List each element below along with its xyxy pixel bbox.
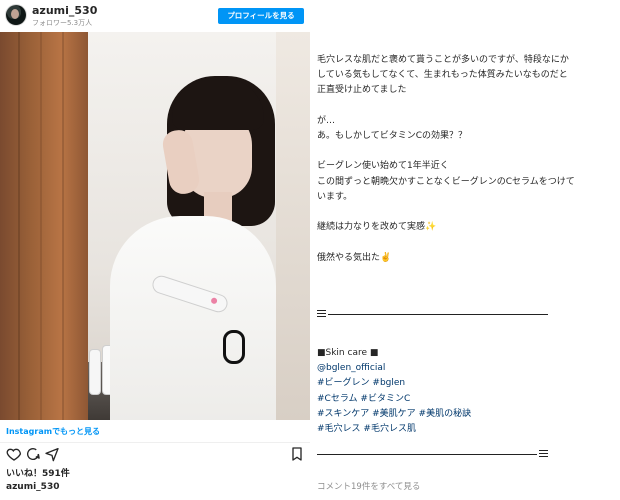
action-bar [0, 444, 310, 466]
hashtag-line[interactable]: #スキンケア #美肌ケア #美肌の秘訣 [317, 407, 617, 422]
caption-line: 俄然やる気出た✌️ [317, 252, 392, 263]
caption-line [317, 235, 617, 250]
caption-line: あ。もしかしてビタミンCの効果？？ [317, 131, 468, 142]
caption-line: が… [317, 115, 336, 126]
comment-icon[interactable] [25, 446, 41, 462]
white-shirt [110, 216, 276, 420]
caption-line [317, 144, 617, 159]
view-more-on-instagram-link[interactable]: Instagramでもっと見る [6, 426, 100, 437]
avatar[interactable] [6, 5, 26, 25]
heart-icon[interactable] [6, 446, 22, 462]
wall-panel [276, 32, 310, 420]
view-more-bar: Instagramでもっと見る [0, 420, 310, 443]
caption-line [317, 205, 617, 220]
hashtag-line[interactable]: #Cセラム #ビタミンC [317, 392, 617, 407]
instagram-embed-card: azumi_530 フォロワー5.3万人 プロフィールを見る Instagram… [0, 0, 310, 500]
username[interactable]: azumi_530 [32, 4, 97, 17]
divider-bottom [317, 449, 549, 459]
hashtag-line[interactable]: #毛穴レス #毛穴レス肌 [317, 422, 617, 437]
follower-count: フォロワー5.3万人 [32, 19, 93, 27]
post-header: azumi_530 フォロワー5.3万人 プロフィールを見る [0, 0, 310, 32]
caption-line: この間ずっと朝晩欠かすことなくビーグレンのCセラムをつけて [317, 176, 575, 187]
divider-top [317, 309, 549, 319]
divider-line [317, 454, 537, 455]
share-icon[interactable] [44, 446, 60, 462]
hashtag-line[interactable]: #ビーグレン #bglen [317, 376, 617, 391]
post-owner[interactable]: azumi_530 [6, 482, 59, 492]
divider-line [328, 314, 548, 315]
divider-mark [539, 450, 548, 459]
view-profile-button[interactable]: プロフィールを見る [218, 8, 304, 24]
caption-line: 正直受け止めてました [317, 85, 407, 96]
view-all-comments-link[interactable]: コメント19件をすべて見る [317, 480, 420, 492]
caption-line: ビーグレン使い始めて1年半近く [317, 161, 449, 172]
divider-mark [317, 310, 326, 319]
caption-line: している気もしてなくて、生まれもった体質みたいなものだと [317, 70, 568, 81]
caption-line: 継続は力なりを改めて実感✨ [317, 222, 437, 233]
wood-panel [0, 32, 88, 420]
bottle [90, 350, 100, 394]
bookmark-icon[interactable] [289, 446, 305, 462]
caption-line: 毛穴レスな肌だと褒めて貰うことが多いのですが、特段なにか [317, 55, 569, 65]
like-count[interactable]: いいね！591件 [6, 466, 70, 479]
hair-tie-band [223, 330, 245, 364]
section-title: ■Skin care ■ [317, 348, 379, 358]
caption-text: 毛穴レスな肌だと褒めて貰うことが多いのですが、特段なにか している気もしてなくて… [317, 53, 617, 266]
post-photo[interactable] [0, 32, 310, 420]
mention-link[interactable]: @bglen_official [317, 361, 617, 376]
caption-line [317, 99, 617, 114]
caption-line: います。 [317, 191, 353, 202]
caption-tags: ■Skin care ■ @bglen_official #ビーグレン #bgl… [317, 346, 617, 437]
